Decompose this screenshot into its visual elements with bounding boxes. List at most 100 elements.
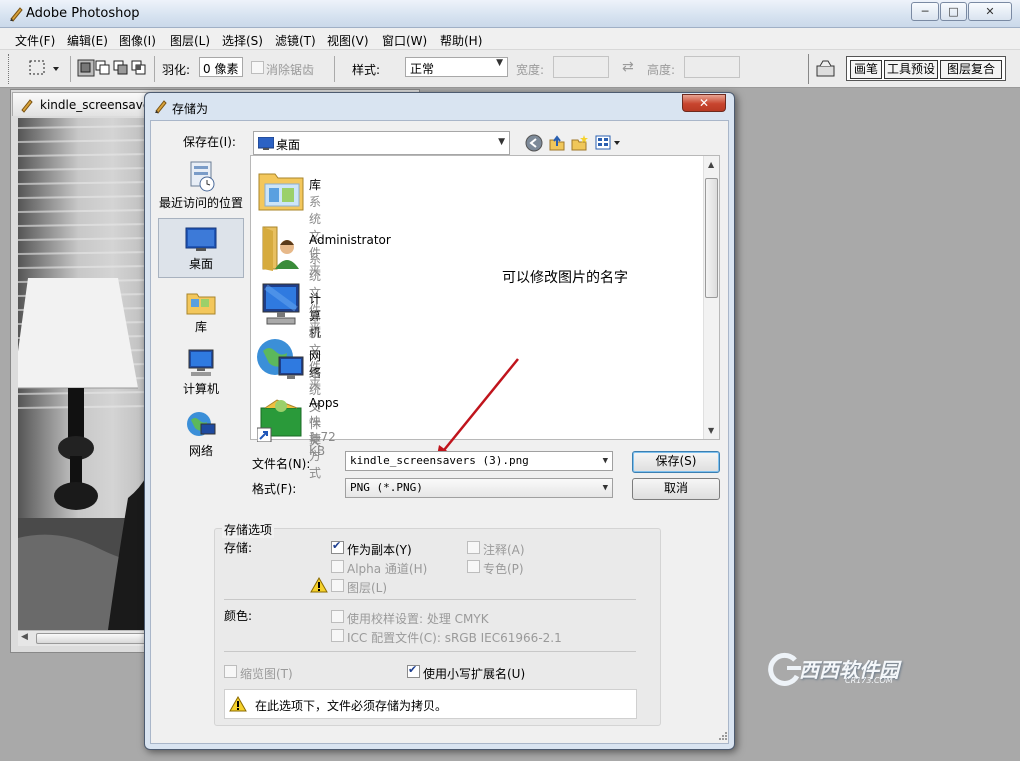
menu-help[interactable]: 帮助(H) [440, 32, 482, 49]
style-select[interactable]: 正常 ▼ [405, 57, 508, 77]
notes-checkbox[interactable] [467, 541, 480, 554]
palette-tab-brushes[interactable]: 画笔 [850, 60, 882, 79]
document-image [13, 118, 154, 630]
alpha-label: Alpha 通道(H) [347, 562, 428, 576]
palette-tab-layer-comps[interactable]: 图层复合 [940, 60, 1002, 79]
watermark-subtext: CR173.COM [845, 676, 893, 685]
library-folder-icon [258, 173, 304, 211]
icc-profile-checkbox[interactable] [331, 629, 344, 642]
thumbnail-label: 缩览图(T) [240, 667, 293, 681]
place-label: 桌面 [188, 257, 213, 271]
options-grip [8, 54, 11, 84]
dialog-title: 存储为 [172, 102, 209, 116]
view-menu-icon[interactable] [595, 134, 623, 152]
photoshop-logo-icon [10, 7, 23, 22]
menu-view[interactable]: 视图(V) [327, 32, 369, 49]
dialog-close-button[interactable]: ✕ [682, 94, 726, 112]
place-desktop[interactable]: 桌面 [158, 218, 244, 278]
scroll-down-icon[interactable]: ▼ [708, 426, 714, 435]
resize-grip-icon[interactable] [717, 730, 729, 742]
computer-icon [262, 283, 300, 325]
back-icon[interactable] [525, 134, 543, 152]
document-icon [21, 99, 33, 113]
notes-label: 注释(A) [483, 543, 525, 557]
layers-checkbox[interactable] [331, 579, 344, 592]
minimize-button[interactable]: ─ [911, 2, 939, 21]
spot-checkbox[interactable] [467, 560, 480, 573]
file-browser-icon[interactable] [815, 58, 837, 78]
chevron-down-icon: ▼ [602, 456, 608, 466]
file-size: 1.72 KB [309, 430, 336, 458]
layers-label: 图层(L) [347, 581, 388, 595]
watermark-logo: 西西软件园 CR173.COM [765, 650, 915, 690]
recent-places-icon [190, 161, 215, 192]
filename-label: 文件名(N): [252, 457, 311, 471]
place-label: 网络 [188, 444, 213, 458]
antialias-checkbox[interactable] [251, 61, 264, 74]
as-copy-checkbox[interactable] [331, 539, 344, 554]
scrollbar-thumb[interactable] [36, 633, 146, 644]
warning-icon [310, 577, 328, 593]
save-in-label: 保存在(I): [183, 135, 236, 149]
menu-filter[interactable]: 滤镜(T) [275, 32, 316, 49]
separator [808, 54, 809, 84]
antialias-label: 消除锯齿 [266, 63, 315, 77]
chevron-down-icon: ▼ [602, 483, 608, 493]
up-folder-icon[interactable] [548, 134, 566, 152]
menu-image[interactable]: 图像(I) [119, 32, 156, 49]
annotation-text: 可以修改图片的名字 [502, 270, 628, 286]
cancel-button[interactable]: 取消 [632, 478, 720, 500]
vertical-scrollbar[interactable]: ▲ ▼ [703, 156, 719, 439]
feather-label: 羽化: [162, 63, 191, 77]
height-input[interactable] [684, 56, 740, 78]
file-name: Administrator [309, 233, 391, 247]
new-folder-icon[interactable] [571, 134, 589, 152]
thumbnail-checkbox[interactable] [224, 665, 237, 678]
network-icon [187, 412, 216, 436]
scroll-up-icon[interactable]: ▲ [708, 160, 714, 169]
place-label: 计算机 [182, 382, 219, 396]
width-label: 宽度: [516, 63, 545, 77]
save-in-select[interactable]: 桌面 ▼ [253, 131, 510, 155]
format-select[interactable]: PNG (*.PNG) ▼ [345, 478, 613, 498]
scroll-left-icon[interactable]: ◀ [21, 632, 28, 642]
menu-edit[interactable]: 编辑(E) [67, 32, 108, 49]
dialog-app-icon [155, 100, 167, 114]
menu-layer[interactable]: 图层(L) [170, 32, 210, 49]
save-button[interactable]: 保存(S) [632, 451, 720, 473]
width-input[interactable] [553, 56, 609, 78]
close-button[interactable]: ✕ [968, 2, 1012, 21]
filename-input[interactable]: kindle_screensavers (3).png ▼ [345, 451, 613, 471]
proof-setup-checkbox[interactable] [331, 610, 344, 623]
lowercase-ext-label: 使用小写扩展名(U) [423, 667, 526, 681]
format-label: 格式(F): [252, 482, 297, 496]
lowercase-ext-checkbox[interactable] [407, 663, 420, 678]
file-name: Apps [309, 396, 339, 410]
alpha-checkbox[interactable] [331, 560, 344, 573]
menu-window[interactable]: 窗口(W) [382, 32, 427, 49]
spot-label: 专色(P) [483, 562, 524, 576]
place-computer[interactable]: 计算机 [156, 348, 246, 397]
marquee-tool-icon[interactable] [28, 58, 64, 78]
divider [224, 651, 636, 652]
palette-tab-tool-presets[interactable]: 工具预设 [884, 60, 938, 79]
place-library[interactable]: 库 [156, 288, 246, 335]
places-bar: 最近访问的位置 桌面 库 计算机 网络 [156, 154, 246, 514]
save-options-title: 存储选项 [222, 521, 275, 538]
swap-icon[interactable]: ⇄ [622, 59, 634, 75]
place-network[interactable]: 网络 [156, 410, 246, 459]
menu-select[interactable]: 选择(S) [222, 32, 263, 49]
chevron-down-icon: ▼ [498, 137, 505, 147]
place-recent[interactable]: 最近访问的位置 [156, 160, 246, 211]
annotation-arrow-icon [436, 358, 519, 461]
network-icon [257, 339, 304, 379]
maximize-button[interactable]: □ [940, 2, 967, 21]
scrollbar-thumb[interactable] [705, 178, 718, 298]
photo-content [13, 125, 154, 630]
feather-input[interactable]: 0 像素 [199, 57, 243, 77]
menu-file[interactable]: 文件(F) [15, 32, 55, 49]
selection-mode-icons[interactable] [77, 58, 149, 78]
as-copy-label: 作为副本(Y) [347, 543, 412, 557]
desktop-icon [185, 227, 217, 251]
divider [224, 599, 636, 600]
